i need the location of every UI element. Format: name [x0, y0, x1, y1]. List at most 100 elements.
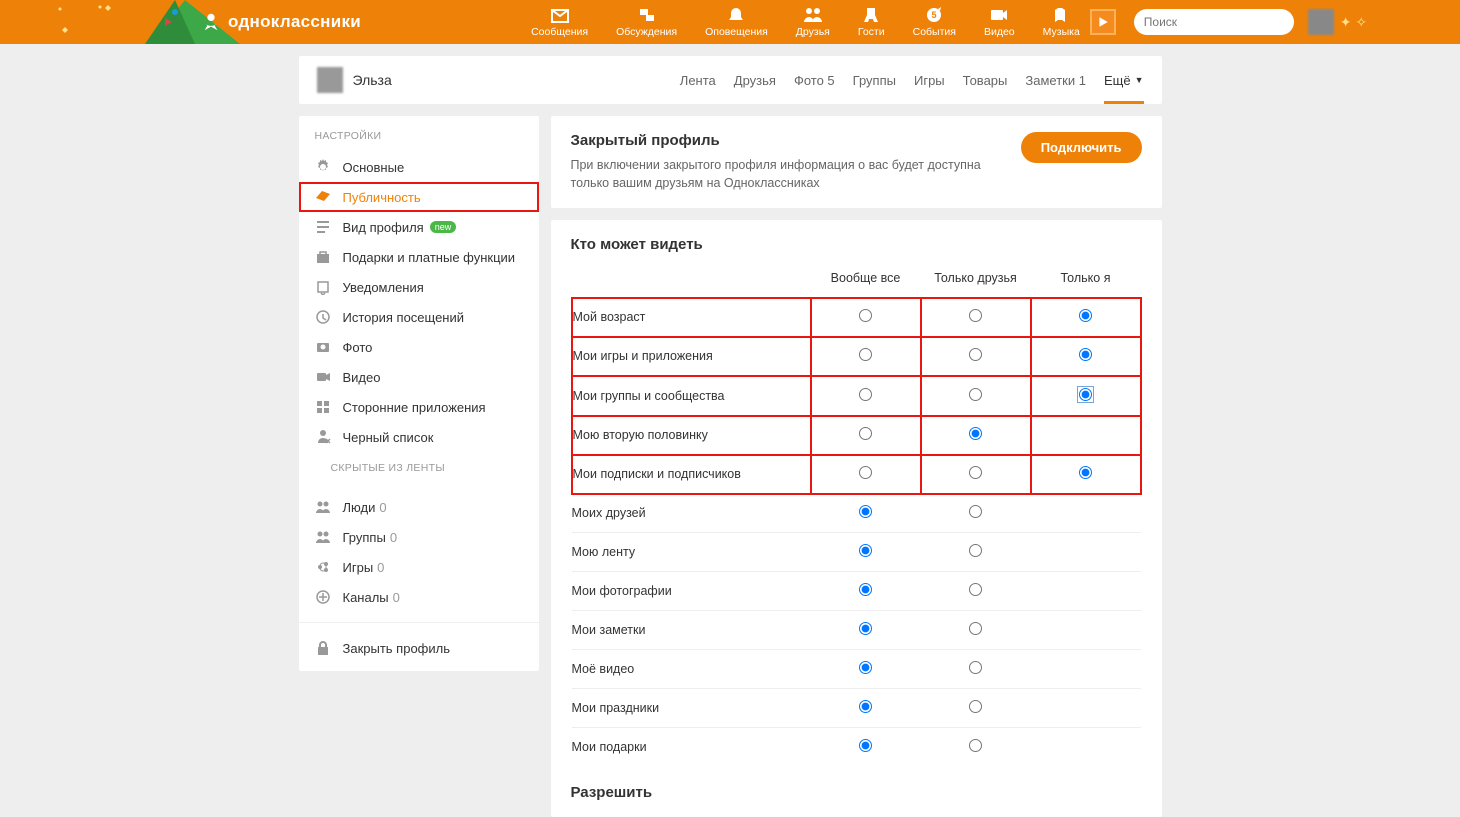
sidebar-hidden-Игры[interactable]: Игры0 — [299, 552, 539, 582]
play-tile-icon[interactable] — [1090, 9, 1116, 35]
nav-icon — [637, 6, 657, 24]
svg-text:5: 5 — [932, 10, 937, 20]
radio-option[interactable] — [859, 739, 872, 752]
sidebar-hidden-Группы[interactable]: Группы0 — [299, 522, 539, 552]
sidebar-hidden-Люди[interactable]: Люди0 — [299, 492, 539, 522]
settings-sidebar: НАСТРОЙКИ ОсновныеПубличностьВид профиля… — [299, 116, 539, 671]
radio-option[interactable] — [859, 700, 872, 713]
search-input[interactable] — [1144, 15, 1299, 29]
closed-profile-desc: При включении закрытого профиля информац… — [571, 157, 1001, 192]
sidebar-icon — [315, 189, 331, 205]
profile-avatar[interactable] — [317, 67, 343, 93]
nav-Видео[interactable]: Видео — [984, 6, 1015, 38]
row-label: Мои праздники — [572, 689, 811, 728]
radio-option[interactable] — [969, 388, 982, 401]
sidebar-Подарки и платные функции[interactable]: Подарки и платные функции — [299, 242, 539, 272]
tab-Друзья[interactable]: Друзья — [734, 56, 776, 104]
visibility-table: Вообще всеТолько друзьяТолько я Мой возр… — [571, 261, 1142, 766]
nav-Друзья[interactable]: Друзья — [796, 6, 830, 38]
tab-Товары[interactable]: Товары — [963, 56, 1008, 104]
sidebar-close-profile[interactable]: Закрыть профиль — [299, 633, 539, 663]
radio-option[interactable] — [969, 622, 982, 635]
radio-option[interactable] — [969, 466, 982, 479]
tab-Группы[interactable]: Группы — [853, 56, 896, 104]
sidebar-Вид профиля[interactable]: Вид профиляnew — [299, 212, 539, 242]
radio-option[interactable] — [969, 661, 982, 674]
sidebar-icon — [315, 309, 331, 325]
sidebar-icon — [315, 559, 331, 575]
tab-Игры[interactable]: Игры — [914, 56, 945, 104]
sidebar-Сторонние приложения[interactable]: Сторонние приложения — [299, 392, 539, 422]
radio-option[interactable] — [859, 466, 872, 479]
top-header: одноклассники Сообщения Обсуждения Оповеще… — [0, 0, 1460, 44]
header-search[interactable] — [1134, 9, 1294, 35]
sidebar-icon — [315, 589, 331, 605]
nav-icon — [726, 6, 746, 24]
radio-option[interactable] — [1079, 348, 1092, 361]
nav-Обсуждения[interactable]: Обсуждения — [616, 6, 677, 38]
radio-option[interactable] — [859, 661, 872, 674]
radio-option[interactable] — [859, 505, 872, 518]
nav-Музыка[interactable]: Музыка — [1043, 6, 1080, 38]
visibility-title: Кто может видеть — [571, 236, 1142, 253]
radio-option[interactable] — [969, 544, 982, 557]
nav-icon — [989, 6, 1009, 24]
radio-option[interactable] — [859, 544, 872, 557]
radio-option[interactable] — [859, 388, 872, 401]
sidebar-icon — [315, 499, 331, 515]
sidebar-hidden-Каналы[interactable]: Каналы0 — [299, 582, 539, 612]
visibility-row: Мои группы и сообщества — [572, 376, 1141, 416]
brand-logo[interactable]: одноклассники — [200, 11, 361, 33]
row-label: Мои фотографии — [572, 572, 811, 611]
tab-Ещё[interactable]: Ещё▼ — [1104, 56, 1144, 104]
nav-Сообщения[interactable]: Сообщения — [531, 6, 588, 38]
tab-Заметки 1[interactable]: Заметки 1 — [1025, 56, 1086, 104]
radio-option[interactable] — [969, 505, 982, 518]
col-header: Только я — [1031, 261, 1141, 298]
brand-text: одноклассники — [228, 12, 361, 32]
profile-tabs: Лента Друзья Фото 5 Группы Игры Товары Заметки… — [680, 56, 1144, 104]
nav-Оповещения[interactable]: Оповещения — [705, 6, 768, 38]
radio-option[interactable] — [969, 309, 982, 322]
radio-option[interactable] — [859, 309, 872, 322]
sidebar-Фото[interactable]: Фото — [299, 332, 539, 362]
visibility-card: Кто может видеть Вообще всеТолько друзья… — [551, 220, 1162, 817]
header-avatar[interactable] — [1308, 9, 1334, 35]
nav-icon — [550, 6, 570, 24]
sidebar-Черный список[interactable]: Черный список — [299, 422, 539, 452]
radio-option[interactable] — [859, 622, 872, 635]
main-column: Закрытый профиль При включении закрытого… — [551, 116, 1162, 817]
col-header: Вообще все — [811, 261, 921, 298]
nav-icon — [1051, 6, 1071, 24]
sidebar-Видео[interactable]: Видео — [299, 362, 539, 392]
sidebar-Уведомления[interactable]: Уведомления — [299, 272, 539, 302]
nav-Гости[interactable]: Гости — [858, 6, 885, 38]
radio-option[interactable] — [969, 348, 982, 361]
radio-option[interactable] — [1079, 466, 1092, 479]
row-label: Моих друзей — [572, 494, 811, 533]
radio-option[interactable] — [1079, 388, 1092, 401]
sidebar-icon — [315, 339, 331, 355]
radio-option[interactable] — [969, 427, 982, 440]
radio-option[interactable] — [1079, 309, 1092, 322]
radio-option[interactable] — [969, 583, 982, 596]
nav-icon — [861, 6, 881, 24]
radio-option[interactable] — [859, 427, 872, 440]
radio-option[interactable] — [859, 583, 872, 596]
sidebar-История посещений[interactable]: История посещений — [299, 302, 539, 332]
radio-option[interactable] — [969, 739, 982, 752]
sparkle-icon: ✦ ✧ — [1340, 14, 1367, 31]
enable-button[interactable]: Подключить — [1021, 132, 1142, 163]
radio-option[interactable] — [859, 348, 872, 361]
profile-name[interactable]: Эльза — [353, 72, 392, 88]
sidebar-icon — [315, 399, 331, 415]
radio-option[interactable] — [969, 700, 982, 713]
tab-Фото 5[interactable]: Фото 5 — [794, 56, 835, 104]
visibility-row: Мой возраст — [572, 298, 1141, 337]
sidebar-Основные[interactable]: Основные — [299, 152, 539, 182]
nav-События[interactable]: 5События — [913, 6, 956, 38]
tab-Лента[interactable]: Лента — [680, 56, 716, 104]
sidebar-Публичность[interactable]: Публичность — [299, 182, 539, 212]
visibility-row: Моих друзей — [572, 494, 1141, 533]
visibility-row: Мои подарки — [572, 728, 1141, 767]
